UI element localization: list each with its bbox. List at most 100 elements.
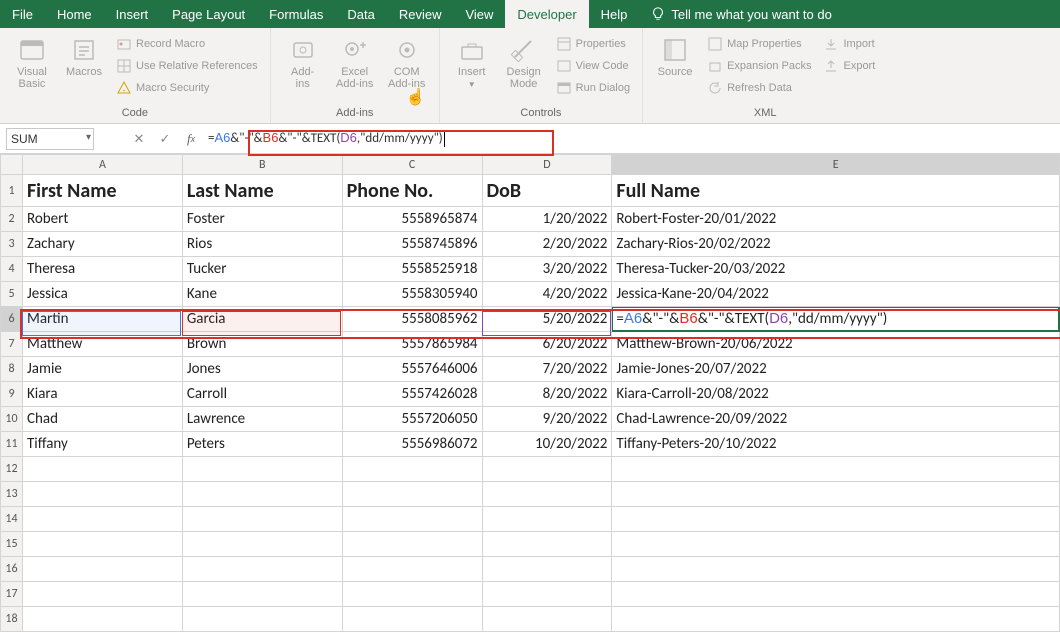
cell-empty[interactable] <box>482 607 612 632</box>
menu-tab-page-layout[interactable]: Page Layout <box>160 0 257 28</box>
cell-D3[interactable]: 2/20/2022 <box>482 232 612 257</box>
tell-me-search[interactable]: Tell me what you want to do <box>639 0 843 28</box>
import-button[interactable]: Import <box>819 34 879 54</box>
cell-C9[interactable]: 5557426028 <box>342 382 482 407</box>
row-header-17[interactable]: 17 <box>1 582 23 607</box>
cell-E9[interactable]: Kiara-Carroll-20/08/2022 <box>612 382 1060 407</box>
cell-empty[interactable] <box>23 507 183 532</box>
menu-tab-help[interactable]: Help <box>589 0 640 28</box>
cell-C2[interactable]: 5558965874 <box>342 207 482 232</box>
record-macro-button[interactable]: Record Macro <box>112 34 262 54</box>
cell-D11[interactable]: 10/20/2022 <box>482 432 612 457</box>
cell-B8[interactable]: Jones <box>182 357 342 382</box>
macros-button[interactable]: Macros <box>60 32 108 78</box>
cell-empty[interactable] <box>342 607 482 632</box>
cell-empty[interactable] <box>23 532 183 557</box>
header-cell[interactable]: Last Name <box>182 175 342 207</box>
header-cell[interactable]: First Name <box>23 175 183 207</box>
cell-empty[interactable] <box>342 457 482 482</box>
cell-B6[interactable]: Garcia <box>182 307 342 332</box>
map-properties-button[interactable]: Map Properties <box>703 34 815 54</box>
cell-empty[interactable] <box>342 507 482 532</box>
menu-tab-developer[interactable]: Developer <box>505 0 588 28</box>
cell-empty[interactable] <box>342 557 482 582</box>
cell-B5[interactable]: Kane <box>182 282 342 307</box>
cell-D4[interactable]: 3/20/2022 <box>482 257 612 282</box>
cell-A3[interactable]: Zachary <box>23 232 183 257</box>
cell-empty[interactable] <box>612 557 1060 582</box>
cell-empty[interactable] <box>23 582 183 607</box>
col-header-D[interactable]: D <box>482 155 612 175</box>
cell-empty[interactable] <box>182 457 342 482</box>
row-header-14[interactable]: 14 <box>1 507 23 532</box>
cell-empty[interactable] <box>612 532 1060 557</box>
relative-refs-button[interactable]: Use Relative References <box>112 56 262 76</box>
properties-button[interactable]: Properties <box>552 34 634 54</box>
cell-E2[interactable]: Robert-Foster-20/01/2022 <box>612 207 1060 232</box>
menu-tab-file[interactable]: File <box>0 0 45 28</box>
cell-C3[interactable]: 5558745896 <box>342 232 482 257</box>
cell-A9[interactable]: Kiara <box>23 382 183 407</box>
cell-D7[interactable]: 6/20/2022 <box>482 332 612 357</box>
cell-A10[interactable]: Chad <box>23 407 183 432</box>
row-header-2[interactable]: 2 <box>1 207 23 232</box>
col-header-E[interactable]: E <box>612 155 1060 175</box>
cell-C8[interactable]: 5557646006 <box>342 357 482 382</box>
name-box[interactable]: SUM ▾ <box>6 128 94 150</box>
cell-empty[interactable] <box>482 532 612 557</box>
menu-tab-review[interactable]: Review <box>387 0 454 28</box>
cell-B11[interactable]: Peters <box>182 432 342 457</box>
cell-empty[interactable] <box>342 532 482 557</box>
chevron-down-icon[interactable]: ▾ <box>86 132 91 143</box>
menu-tab-view[interactable]: View <box>453 0 505 28</box>
cell-D2[interactable]: 1/20/2022 <box>482 207 612 232</box>
col-header-C[interactable]: C <box>342 155 482 175</box>
row-header-4[interactable]: 4 <box>1 257 23 282</box>
cell-E5[interactable]: Jessica-Kane-20/04/2022 <box>612 282 1060 307</box>
cell-empty[interactable] <box>342 482 482 507</box>
cell-A5[interactable]: Jessica <box>23 282 183 307</box>
formula-input[interactable]: =A6&"-"&B6&"-"&TEXT(D6,"dd/mm/yyyy") <box>208 130 1054 146</box>
cell-C4[interactable]: 5558525918 <box>342 257 482 282</box>
cell-E3[interactable]: Zachary-Rios-20/02/2022 <box>612 232 1060 257</box>
cell-B4[interactable]: Tucker <box>182 257 342 282</box>
com-addins-button[interactable]: COM Add-ins <box>383 32 431 90</box>
cell-D8[interactable]: 7/20/2022 <box>482 357 612 382</box>
cell-B10[interactable]: Lawrence <box>182 407 342 432</box>
cell-E6[interactable]: =A6&"-"&B6&"-"&TEXT(D6,"dd/mm/yyyy") <box>612 307 1060 332</box>
cell-A8[interactable]: Jamie <box>23 357 183 382</box>
row-header-5[interactable]: 5 <box>1 282 23 307</box>
cell-empty[interactable] <box>612 582 1060 607</box>
cell-D5[interactable]: 4/20/2022 <box>482 282 612 307</box>
menu-tab-formulas[interactable]: Formulas <box>257 0 335 28</box>
cell-empty[interactable] <box>612 457 1060 482</box>
cell-C10[interactable]: 5557206050 <box>342 407 482 432</box>
cell-empty[interactable] <box>482 457 612 482</box>
view-code-button[interactable]: View Code <box>552 56 634 76</box>
cell-C5[interactable]: 5558305940 <box>342 282 482 307</box>
row-header-13[interactable]: 13 <box>1 482 23 507</box>
col-header-A[interactable]: A <box>23 155 183 175</box>
cell-E11[interactable]: Tiffany-Peters-20/10/2022 <box>612 432 1060 457</box>
addins-button[interactable]: Add- ins <box>279 32 327 90</box>
header-cell[interactable]: Phone No. <box>342 175 482 207</box>
row-header-6[interactable]: 6 <box>1 307 23 332</box>
worksheet-table[interactable]: ABCDE1First NameLast NamePhone No.DoBFul… <box>0 154 1060 632</box>
row-header-9[interactable]: 9 <box>1 382 23 407</box>
row-header-10[interactable]: 10 <box>1 407 23 432</box>
cell-A11[interactable]: Tiffany <box>23 432 183 457</box>
menu-tab-data[interactable]: Data <box>335 0 386 28</box>
cell-empty[interactable] <box>182 582 342 607</box>
source-button[interactable]: Source <box>651 32 699 78</box>
row-header-7[interactable]: 7 <box>1 332 23 357</box>
cell-A7[interactable]: Matthew <box>23 332 183 357</box>
cell-C7[interactable]: 5557865984 <box>342 332 482 357</box>
cell-C6[interactable]: 5558085962 <box>342 307 482 332</box>
cell-E4[interactable]: Theresa-Tucker-20/03/2022 <box>612 257 1060 282</box>
cell-empty[interactable] <box>482 507 612 532</box>
cancel-formula-button[interactable]: ✕ <box>130 130 148 148</box>
cell-empty[interactable] <box>612 607 1060 632</box>
row-header-12[interactable]: 12 <box>1 457 23 482</box>
cell-empty[interactable] <box>182 607 342 632</box>
cell-empty[interactable] <box>342 582 482 607</box>
